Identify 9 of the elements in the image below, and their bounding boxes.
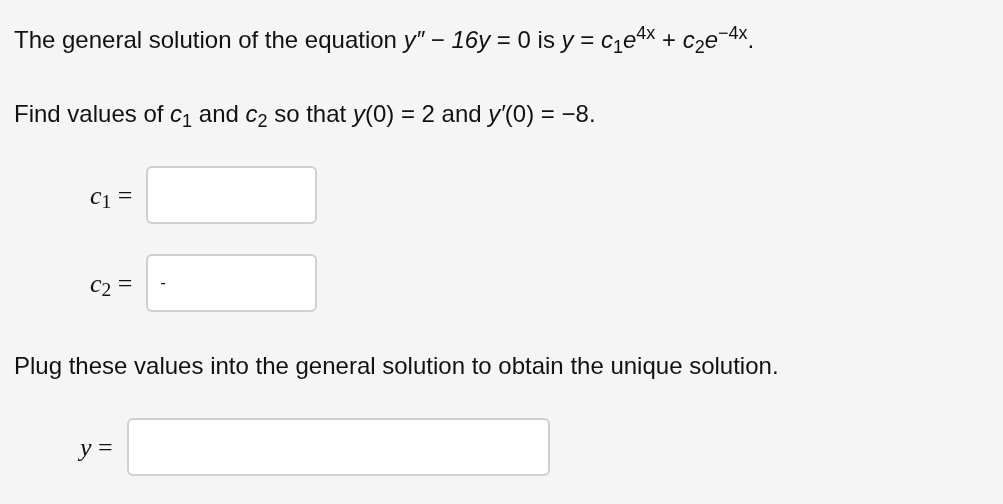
problem-statement: The general solution of the equation y″ − 16y = 0 is y = c$_{1}$e$^{4x}$ + c$_{2}$e$^{−4x}$.: [14, 22, 756, 58]
instruction-text: Plug these values into the general solution to obtain the unique solution.: [14, 351, 780, 381]
variable-label: c$_{1}$ =: [90, 179, 133, 215]
task-text: Find values of c$_{1}$ and c$_{2}$ so that y(0) = 2 and y′(0) = −8.: [14, 99, 597, 132]
answer-field[interactable]: [126, 418, 550, 476]
answer-field[interactable]: [146, 166, 318, 224]
variable-label: c$_{2}$ =: [90, 267, 133, 303]
answer-field[interactable]: -: [146, 254, 318, 312]
variable-label: y =: [80, 431, 113, 464]
